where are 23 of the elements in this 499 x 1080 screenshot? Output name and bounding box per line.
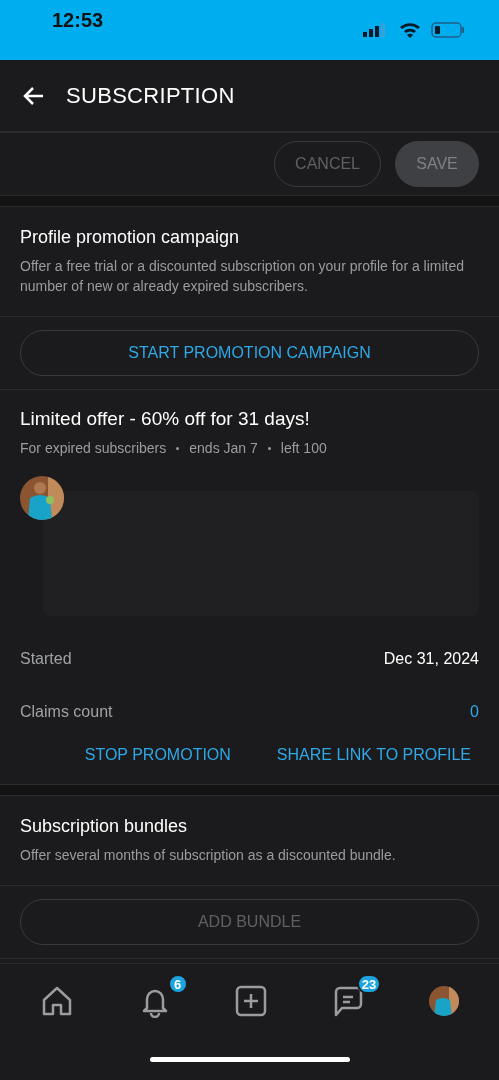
text-link[interactable]: STOP PROMOTION bbox=[84, 746, 231, 764]
count-badge: 23 bbox=[356, 974, 382, 994]
status-time: 12:53 bbox=[52, 8, 104, 32]
section-title: Profile promotion campaign bbox=[20, 227, 241, 248]
count-badge: 6 bbox=[167, 974, 188, 994]
battery-icon bbox=[431, 22, 465, 38]
text-link[interactable]: SHARE LINK TO PROFILE bbox=[276, 746, 471, 764]
row-value: Dec 31, 2024 bbox=[383, 649, 479, 668]
page-title: SUBSCRIPTION bbox=[66, 82, 235, 109]
add-post-icon[interactable] bbox=[235, 985, 268, 1017]
separator-dot bbox=[176, 446, 180, 450]
offer-detail: For expired subscribers bbox=[20, 440, 167, 456]
offer-title: Limited offer - 60% off for 31 days! bbox=[20, 408, 311, 430]
row-label: Claims count bbox=[20, 702, 113, 721]
row-label: Started bbox=[20, 649, 72, 668]
row-value[interactable]: 0 bbox=[470, 702, 479, 721]
wifi-icon bbox=[399, 22, 421, 38]
section-description: Offer a free trial or a discounted subscription on your profile for a limited number of new or already expired subscribers. bbox=[20, 257, 466, 296]
section-description: Offer several months of subscription as a discounted bundle. bbox=[20, 846, 397, 865]
section-title: Subscription bundles bbox=[20, 816, 189, 837]
offer-detail: left 100 bbox=[280, 440, 327, 456]
separator-dot bbox=[267, 446, 271, 450]
offer-detail: ends Jan 7 bbox=[189, 440, 258, 456]
